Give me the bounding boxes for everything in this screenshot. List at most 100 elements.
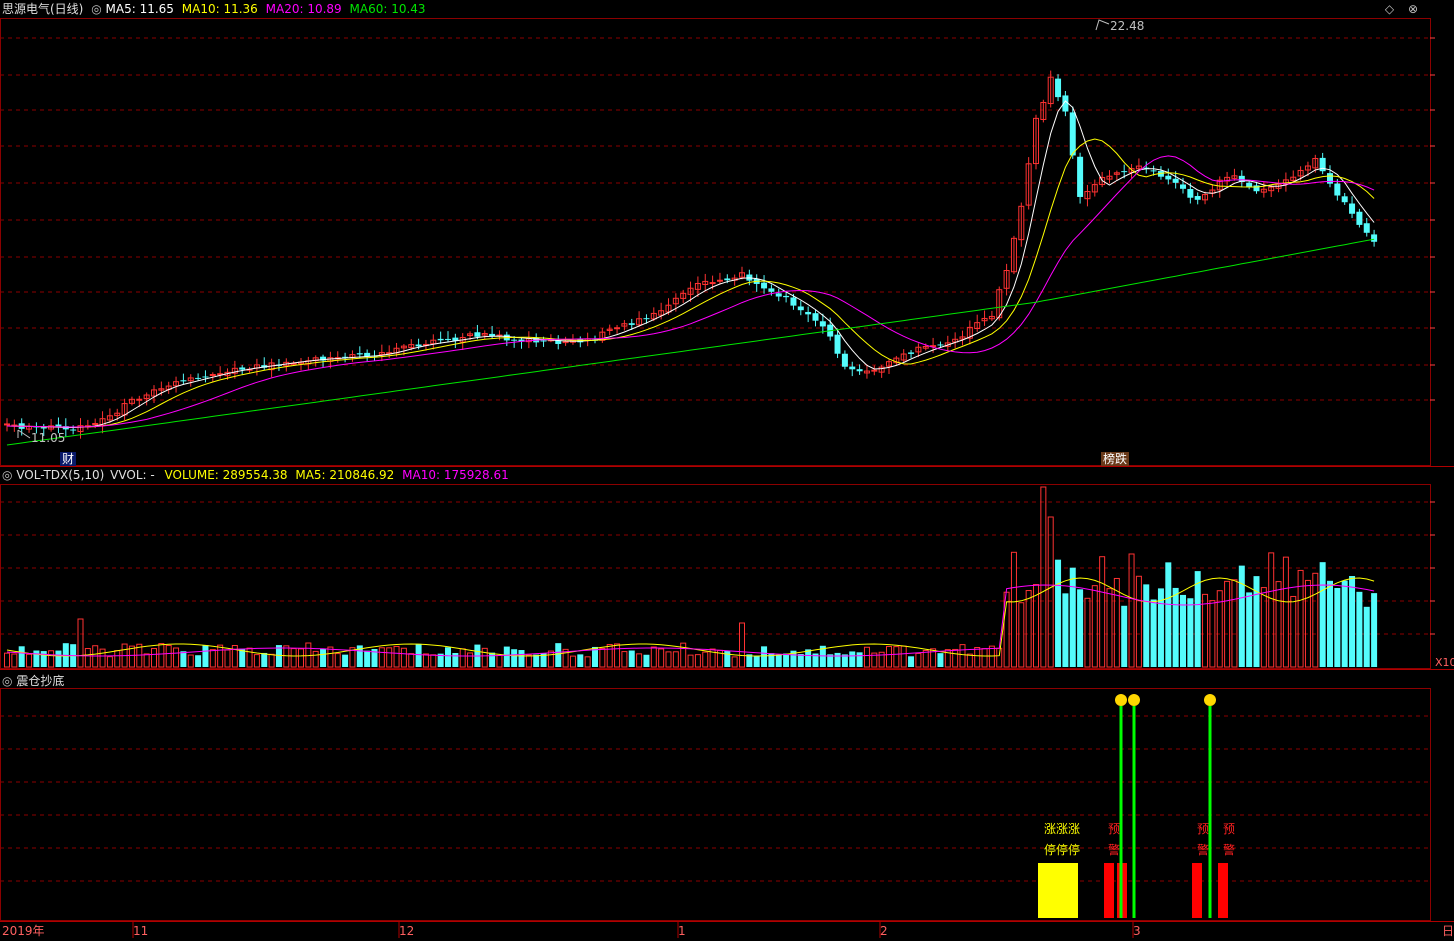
candle-body xyxy=(415,344,422,347)
volume-bar xyxy=(1055,559,1062,667)
ma20-label: MA20: 10.89 xyxy=(265,2,342,16)
volume-bar xyxy=(1238,565,1245,667)
ind-settings-icon[interactable]: ◎ xyxy=(2,674,12,688)
volume-bar xyxy=(805,649,812,667)
volume-bar xyxy=(334,653,341,668)
volume-bar xyxy=(364,650,371,667)
candle-body xyxy=(761,282,768,289)
volume-bar xyxy=(761,646,768,667)
alert-text-3-bottom: 警 xyxy=(1223,843,1236,857)
volume-bar xyxy=(1091,585,1098,668)
volume-bar xyxy=(1128,553,1135,668)
volume-bar xyxy=(518,650,525,667)
close-icon[interactable]: ⊗ xyxy=(1408,2,1418,16)
candle-body xyxy=(1327,173,1333,184)
volume-bar xyxy=(886,645,892,668)
volume-bar xyxy=(143,653,150,668)
candle-body xyxy=(1172,178,1179,183)
diamond-icon[interactable]: ◇ xyxy=(1385,2,1394,16)
volume-bar xyxy=(665,651,672,668)
volume-bar xyxy=(621,651,628,668)
volume-bar xyxy=(739,622,745,668)
volume-bar xyxy=(959,644,966,668)
dragon-tiger-marker[interactable]: 榜跌 xyxy=(1101,452,1130,466)
volume-bar xyxy=(298,648,304,668)
volume-bar xyxy=(974,647,981,668)
candle-body xyxy=(92,423,99,426)
alert-text-1-bottom: 警 xyxy=(1108,843,1121,857)
finance-marker[interactable]: 财 xyxy=(60,452,77,466)
candle-body xyxy=(1077,156,1084,197)
vol-ma5-label: MA5: 210846.92 xyxy=(295,468,395,482)
volume-label: VOLUME: 289554.38 xyxy=(164,468,288,482)
candle-body xyxy=(239,367,246,370)
volume-bar xyxy=(1371,593,1378,667)
settings-icon[interactable]: ◎ xyxy=(91,2,101,16)
low-price-label: 11.05 xyxy=(31,431,66,445)
volume-bar xyxy=(893,646,900,668)
ma60-label: MA60: 10.43 xyxy=(349,2,426,16)
candle-body xyxy=(1334,183,1341,196)
volume-bar xyxy=(224,649,231,668)
candle-body xyxy=(775,293,782,297)
volume-bar xyxy=(672,651,679,668)
volume-bar xyxy=(775,654,782,667)
limit-up-block xyxy=(1038,863,1078,918)
volume-bar xyxy=(922,649,929,668)
alert-bar xyxy=(1218,863,1228,918)
volume-bar xyxy=(1312,572,1319,668)
volume-bar xyxy=(445,647,451,667)
candle-body xyxy=(768,288,775,292)
candle-body xyxy=(202,376,209,378)
candle-body xyxy=(1150,170,1157,172)
volume-bar xyxy=(849,651,856,667)
indicator-name: 震仓抄底 xyxy=(16,674,65,688)
candle-body xyxy=(1341,196,1348,203)
high-price-pointer xyxy=(1095,19,1110,31)
alert-text-2-bottom: 警 xyxy=(1197,843,1210,857)
volume-unit-label: X10 xyxy=(1435,656,1454,669)
volume-bar xyxy=(1180,594,1186,667)
low-price-pointer xyxy=(17,429,31,439)
candle-body xyxy=(628,323,635,325)
volume-bar xyxy=(856,652,863,667)
volume-bar xyxy=(1268,552,1275,668)
volume-bar xyxy=(1363,606,1370,667)
volume-bar xyxy=(937,653,944,667)
volume-bar xyxy=(481,647,488,668)
volume-bar xyxy=(1025,590,1032,668)
alert-text-1-top: 预 xyxy=(1108,822,1121,836)
period-corner-label[interactable]: 日 xyxy=(1442,924,1454,938)
month-label-11: 11 xyxy=(133,924,149,938)
candle-body xyxy=(195,377,202,379)
volume-bar xyxy=(430,654,437,668)
volume-bar xyxy=(253,654,260,668)
volume-bar xyxy=(783,653,790,667)
volume-bar xyxy=(533,654,540,667)
alert-text-2-top: 预 xyxy=(1197,822,1210,836)
candle-body xyxy=(136,398,143,401)
volume-bar xyxy=(687,654,694,668)
volume-bar xyxy=(151,648,157,668)
volume-bar xyxy=(342,654,349,667)
candle-body xyxy=(1069,112,1076,156)
volume-bar xyxy=(643,654,650,667)
volume-bar xyxy=(966,653,973,668)
candle-body xyxy=(849,366,856,370)
vol-settings-icon[interactable]: ◎ xyxy=(2,468,12,482)
candle-body xyxy=(4,423,10,426)
volume-bar xyxy=(393,645,400,668)
volume-bar xyxy=(48,650,55,668)
volume-bar xyxy=(577,654,584,667)
volume-bar xyxy=(77,618,84,668)
volume-bar xyxy=(650,646,657,668)
candle-body xyxy=(180,380,187,382)
volume-bar xyxy=(599,647,606,668)
candle-body xyxy=(1194,196,1201,200)
volume-bar xyxy=(283,645,290,668)
candle-body xyxy=(445,338,451,340)
candle-body xyxy=(70,429,77,431)
month-label-1: 1 xyxy=(678,924,686,938)
volume-bar xyxy=(1275,581,1282,668)
volume-bar xyxy=(415,643,422,667)
